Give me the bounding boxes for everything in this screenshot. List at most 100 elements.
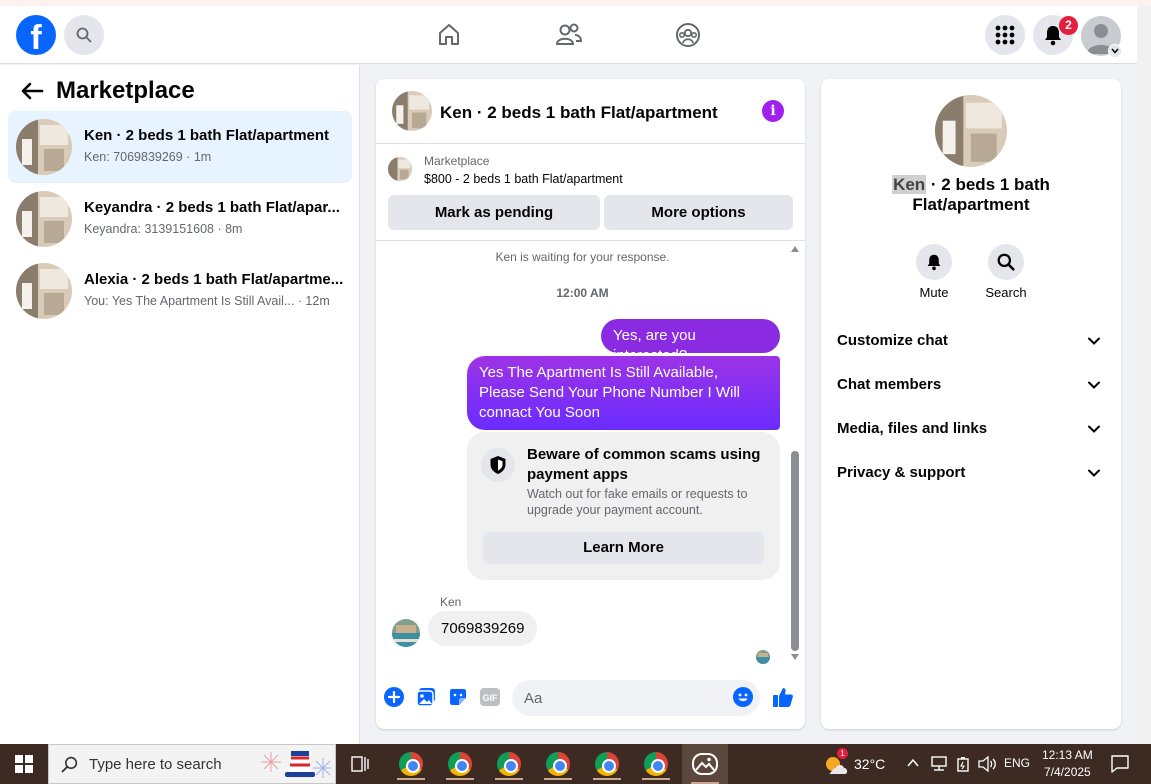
chrome-taskbar-app[interactable] [636, 748, 676, 780]
volume-icon[interactable] [977, 756, 997, 772]
page-title: Marketplace [56, 77, 195, 104]
privacy-support-row[interactable]: Privacy & support [837, 455, 1105, 491]
scroll-up-arrow[interactable] [791, 246, 799, 252]
conversation-item[interactable]: Alexia · 2 beds 1 bath Flat/apartme... Y… [8, 255, 352, 327]
photos-icon [692, 753, 718, 775]
message-thread: Ken is waiting for your response. 12:00 … [376, 242, 805, 667]
top-navbar: f 2 [0, 6, 1137, 64]
info-icon[interactable]: i [762, 100, 784, 122]
menu-button[interactable] [985, 15, 1025, 55]
row-label: Customize chat [837, 332, 948, 349]
scroll-down-arrow[interactable] [791, 654, 799, 660]
photo-icon [416, 688, 435, 707]
listing-thumbnail[interactable] [388, 157, 412, 181]
chrome-taskbar-app[interactable] [391, 748, 431, 780]
contact-avatar[interactable] [935, 95, 1007, 167]
conversation-item[interactable]: Keyandra · 2 beds 1 bath Flat/apar... Ke… [8, 183, 352, 255]
chrome-taskbar-app[interactable] [440, 748, 480, 780]
shield-badge [481, 448, 515, 482]
running-indicator [544, 778, 572, 780]
row-label: Privacy & support [837, 464, 966, 481]
taskbar-search-placeholder: Type here to search [89, 756, 222, 773]
facebook-logo[interactable]: f [16, 15, 56, 55]
chevron-down-icon [1088, 337, 1100, 345]
chat-title[interactable]: Ken · 2 beds 1 bath Flat/apartment [440, 103, 718, 123]
notification-center-icon[interactable] [1111, 755, 1129, 773]
chat-members-row[interactable]: Chat members [837, 367, 1105, 403]
network-icon[interactable] [930, 756, 948, 772]
outgoing-message[interactable]: Yes The Apartment Is Still Available, Pl… [467, 356, 780, 430]
mute-button[interactable] [916, 244, 952, 280]
friends-tab[interactable] [554, 20, 584, 50]
windows-logo-icon [15, 755, 33, 773]
media-files-links-row[interactable]: Media, files and links [837, 411, 1105, 447]
contact-name: Ken · 2 beds 1 bath Flat/apartment [841, 175, 1101, 215]
incoming-message[interactable]: 7069839269 [428, 611, 538, 646]
photos-taskbar-app[interactable] [682, 744, 728, 784]
search-icon [76, 27, 92, 43]
emoji-button[interactable] [732, 686, 754, 708]
chrome-icon [644, 752, 668, 776]
clock-date[interactable]: 7/4/2025 [1044, 765, 1091, 779]
temperature[interactable]: 32°C [854, 756, 885, 772]
chrome-taskbar-app[interactable] [538, 748, 578, 780]
chrome-icon [546, 752, 570, 776]
holiday-hat-icon [261, 751, 331, 778]
listing-avatar [16, 191, 72, 247]
conversation-item[interactable]: Ken · 2 beds 1 bath Flat/apartment Ken: … [8, 111, 352, 183]
chevron-down-icon [1088, 381, 1100, 389]
sender-avatar[interactable] [392, 619, 420, 647]
back-arrow-icon[interactable] [20, 81, 44, 101]
page-scrollbar[interactable] [1137, 6, 1151, 744]
listing-price[interactable]: $800 - 2 beds 1 bath Flat/apartment [424, 172, 623, 186]
more-options-button[interactable]: More options [604, 195, 793, 230]
outgoing-message[interactable]: Yes, are you interested? [601, 319, 780, 364]
battery-icon[interactable] [956, 756, 970, 772]
conversation-preview: You: Yes The Apartment Is Still Avail...… [84, 294, 330, 308]
like-button[interactable] [771, 686, 795, 708]
weather-widget-icon-button[interactable]: 1 [816, 748, 856, 780]
time-separator: 12:00 AM [556, 286, 609, 300]
conversation-info-panel: Ken · 2 beds 1 bath Flat/apartment Mute … [821, 79, 1121, 729]
customize-chat-row[interactable]: Customize chat [837, 323, 1105, 359]
svg-text:GIF: GIF [483, 693, 499, 703]
row-label: Chat members [837, 376, 942, 393]
gif-button[interactable]: GIF [479, 686, 501, 708]
groups-tab[interactable] [673, 20, 703, 50]
task-view-button[interactable] [340, 748, 380, 780]
clock-time[interactable]: 12:13 AM [1042, 748, 1093, 762]
chevron-down-icon [1088, 469, 1100, 477]
search-button[interactable] [64, 15, 104, 55]
sticker-button[interactable] [447, 686, 469, 708]
chevron-down-icon [1111, 48, 1119, 54]
search-in-conversation-button[interactable] [988, 244, 1024, 280]
taskbar-search-box[interactable]: Type here to search [48, 744, 336, 784]
contact-listing-title: · 2 beds 1 bath Flat/apartment [912, 175, 1050, 214]
message-composer: GIF [376, 667, 805, 729]
message-input[interactable] [512, 680, 760, 716]
search-icon [61, 756, 78, 773]
chevron-down-icon [1088, 425, 1100, 433]
conversation-preview: Ken: 7069839269 · 1m [84, 150, 212, 164]
chrome-taskbar-app[interactable] [587, 748, 627, 780]
add-attachment-button[interactable] [383, 686, 405, 708]
plus-circle-icon [384, 687, 404, 707]
chevron-up-icon[interactable] [907, 758, 919, 768]
chrome-taskbar-app[interactable] [489, 748, 529, 780]
start-button[interactable] [0, 744, 48, 784]
running-indicator [593, 778, 621, 780]
conversation-list-panel: Marketplace Ken · 2 beds 1 bath Flat/apa… [0, 65, 360, 744]
thread-scrollbar[interactable] [789, 242, 801, 667]
attach-photo-button[interactable] [415, 686, 437, 708]
home-icon [439, 24, 459, 45]
scam-warning-body: Watch out for fake emails or requests to… [527, 487, 748, 517]
account-menu-toggle[interactable] [1108, 44, 1122, 58]
mark-as-pending-button[interactable]: Mark as pending [388, 195, 600, 230]
learn-more-button[interactable]: Learn More [483, 532, 764, 564]
input-language[interactable]: ENG [1004, 756, 1030, 770]
chat-avatar[interactable] [392, 91, 432, 131]
scroll-thumb[interactable] [791, 451, 799, 651]
running-indicator [642, 778, 670, 780]
search-icon [997, 253, 1015, 271]
home-tab[interactable] [434, 20, 464, 50]
